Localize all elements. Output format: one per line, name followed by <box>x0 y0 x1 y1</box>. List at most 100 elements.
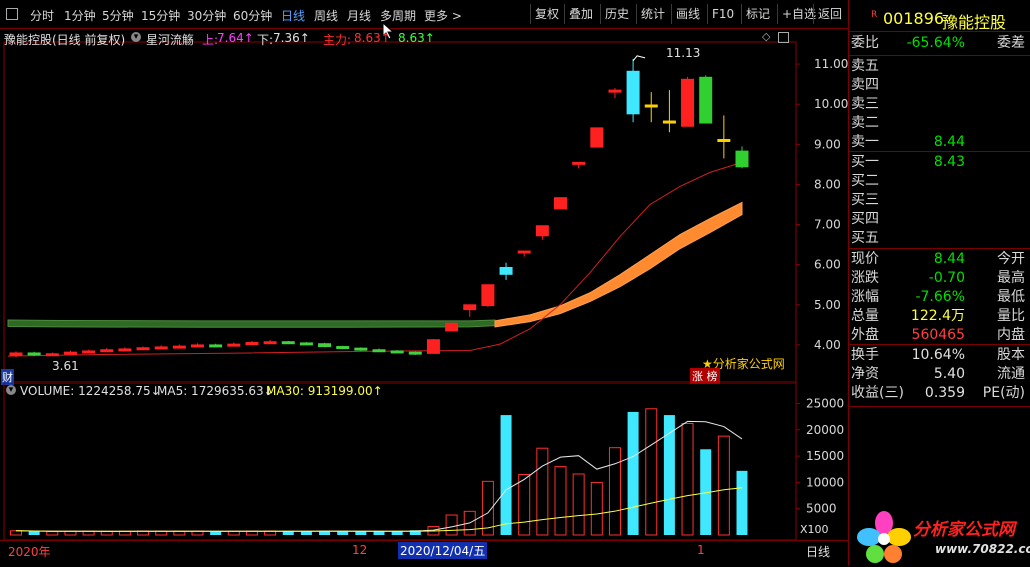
f10-button[interactable]: F10 <box>707 4 738 24</box>
sell-orders: 卖五 卖四 卖三 卖二 卖一 8.44 <box>849 57 1030 152</box>
stat-row-value: -7.66% <box>915 289 965 305</box>
ma30-value: MA30: 913199.00↑ <box>266 384 383 398</box>
buy-orders: 买一 8.43 买二 买三 买四 买五 <box>849 153 1030 248</box>
candle-body <box>408 351 422 355</box>
maximize-icon[interactable] <box>778 32 789 43</box>
volume-bar <box>10 530 22 536</box>
volume-bar <box>245 530 258 536</box>
volume-dropdown-icon[interactable]: ▾ <box>6 385 16 395</box>
main-force-value: 8.63↑ <box>354 31 391 45</box>
draw-button[interactable]: 画线 <box>671 4 704 24</box>
stat-row: 外盘 560465 内盘 <box>851 326 1027 345</box>
candle-body <box>27 352 41 356</box>
volume-bar <box>64 530 77 536</box>
period-toolbar: 分时 1分钟 5分钟 15分钟 30分钟 60分钟 日线 周线 月线 多周期 更… <box>0 0 848 40</box>
volume-frame <box>3 383 797 540</box>
volume-value: VOLUME: 1224258.75↓ <box>20 384 161 398</box>
tab-30min[interactable]: 30分钟 <box>187 7 226 24</box>
logo-area: 分析家公式网 www.70822.com <box>849 507 1030 566</box>
stats-block: 现价 8.44 今开 涨跌 -0.70 最高 涨幅 -7.66% 最低 总量 122.4万 量比 外盘 5… <box>849 250 1030 345</box>
volume-tick-label: 20000 <box>806 423 844 437</box>
volume-bar <box>227 530 240 536</box>
stat-row-label: 总量 <box>851 308 879 324</box>
price-tick-label: 4.00 <box>814 338 841 352</box>
candle-body <box>82 350 96 354</box>
quote-panel: R 001896 豫能控股 委比 -65.64% 委差 卖五 卖四 卖三 卖二 卖一 8.… <box>848 0 1030 566</box>
tab-daily[interactable]: 日线 <box>281 7 305 24</box>
tab-fenshi[interactable]: 分时 <box>30 7 54 24</box>
logo-text: 分析家公式网 <box>913 520 1015 540</box>
window-icon[interactable] <box>6 8 18 20</box>
stat-row-label: 涨跌 <box>851 270 879 286</box>
volume-bar <box>300 531 312 535</box>
stat-row-label2: 量比 <box>997 308 1025 324</box>
limit-up-badge[interactable]: 涨 榜 <box>690 368 720 384</box>
candle-body <box>263 341 277 345</box>
tab-weekly[interactable]: 周线 <box>314 7 338 24</box>
volume-bar <box>155 530 168 536</box>
sell-row-label: 卖五 <box>851 58 879 74</box>
tab-more[interactable]: 更多 > <box>424 7 462 24</box>
stat-row-value: 560465 <box>911 327 965 343</box>
candle-body <box>535 225 549 237</box>
tab-monthly[interactable]: 月线 <box>347 7 371 24</box>
tab-5min[interactable]: 5分钟 <box>102 7 134 24</box>
candle-body <box>172 345 186 349</box>
price-chart-canvas: 11.00 10.00 9.00 8.00 7.00 6.00 5.00 4.00 <box>3 41 848 383</box>
volume-bar <box>282 531 294 535</box>
candle-body <box>717 138 731 142</box>
long-ma-ribbon <box>7 319 496 328</box>
candle-body <box>572 161 586 165</box>
weicha-label: 委差 <box>997 35 1025 51</box>
stat-row-label: 外盘 <box>851 327 879 343</box>
stat-row-label2: 内盘 <box>997 327 1025 343</box>
volume-bar <box>500 415 512 535</box>
sell-row-label: 卖四 <box>851 77 879 93</box>
candle-body <box>45 353 59 357</box>
stat-row: 总量 122.4万 量比 <box>851 307 1027 326</box>
candle-body <box>644 104 658 108</box>
diejia-button[interactable]: 叠加 <box>564 4 597 24</box>
tab-1min[interactable]: 1分钟 <box>64 7 96 24</box>
candle-body <box>118 348 132 352</box>
candle-body <box>318 343 332 348</box>
logo-url: www.70822.com <box>935 542 1030 556</box>
back-button[interactable]: 返回 <box>813 4 846 24</box>
volume-chart[interactable]: 25000 20000 15000 10000 5000 ▾ VOLUME: 12242… <box>0 383 848 540</box>
volume-bar <box>681 423 694 536</box>
stats-button[interactable]: 统计 <box>636 4 669 24</box>
stat2-row-label2: 流通 <box>997 366 1025 382</box>
candle-body <box>699 76 713 124</box>
buy-row: 买二 <box>851 172 1027 191</box>
weibi-value: -65.64% <box>906 35 965 51</box>
stat2-row-label2: PE(动) <box>982 385 1025 401</box>
volume-bar <box>28 531 40 535</box>
candle-body <box>63 351 77 355</box>
mid-ma-ribbon <box>494 201 743 328</box>
r-badge: R <box>871 10 878 20</box>
price-chart[interactable]: 11.00 10.00 9.00 8.00 7.00 6.00 5.00 4.00 豫能控股(… <box>0 29 848 385</box>
stat-row: 涨幅 -7.66% 最低 <box>851 288 1027 307</box>
tab-15min[interactable]: 15分钟 <box>141 7 180 24</box>
history-button[interactable]: 历史 <box>600 4 633 24</box>
cursor-date: 2020/12/04/五 <box>398 542 488 559</box>
candle-body <box>9 352 23 356</box>
volume-bar <box>373 531 385 535</box>
stock-title: 豫能控股(日线 前复权) <box>4 33 126 47</box>
stock-code: 001896 <box>883 9 945 28</box>
stat-row-label: 现价 <box>851 251 879 267</box>
indicator-name: 星河流觞 <box>146 33 195 47</box>
diamond-icon[interactable]: ◇ <box>762 30 770 43</box>
tab-60min[interactable]: 60分钟 <box>233 7 272 24</box>
stat2-row: 收益(三) 0.359 PE(动) <box>851 384 1027 403</box>
candle-body <box>154 346 168 350</box>
next-month-label: 1 <box>697 543 705 557</box>
indicator-dropdown-icon[interactable]: ▾ <box>131 32 141 42</box>
down-value: 7.36↑ <box>273 31 310 45</box>
fuquan-button[interactable]: 复权 <box>530 4 563 24</box>
sell-row-label: 卖一 <box>851 134 879 150</box>
mark-button[interactable]: 标记 <box>741 4 774 24</box>
candle-body <box>336 346 350 350</box>
stat-row: 现价 8.44 今开 <box>851 250 1027 269</box>
buy-row: 买一 8.43 <box>851 153 1027 172</box>
